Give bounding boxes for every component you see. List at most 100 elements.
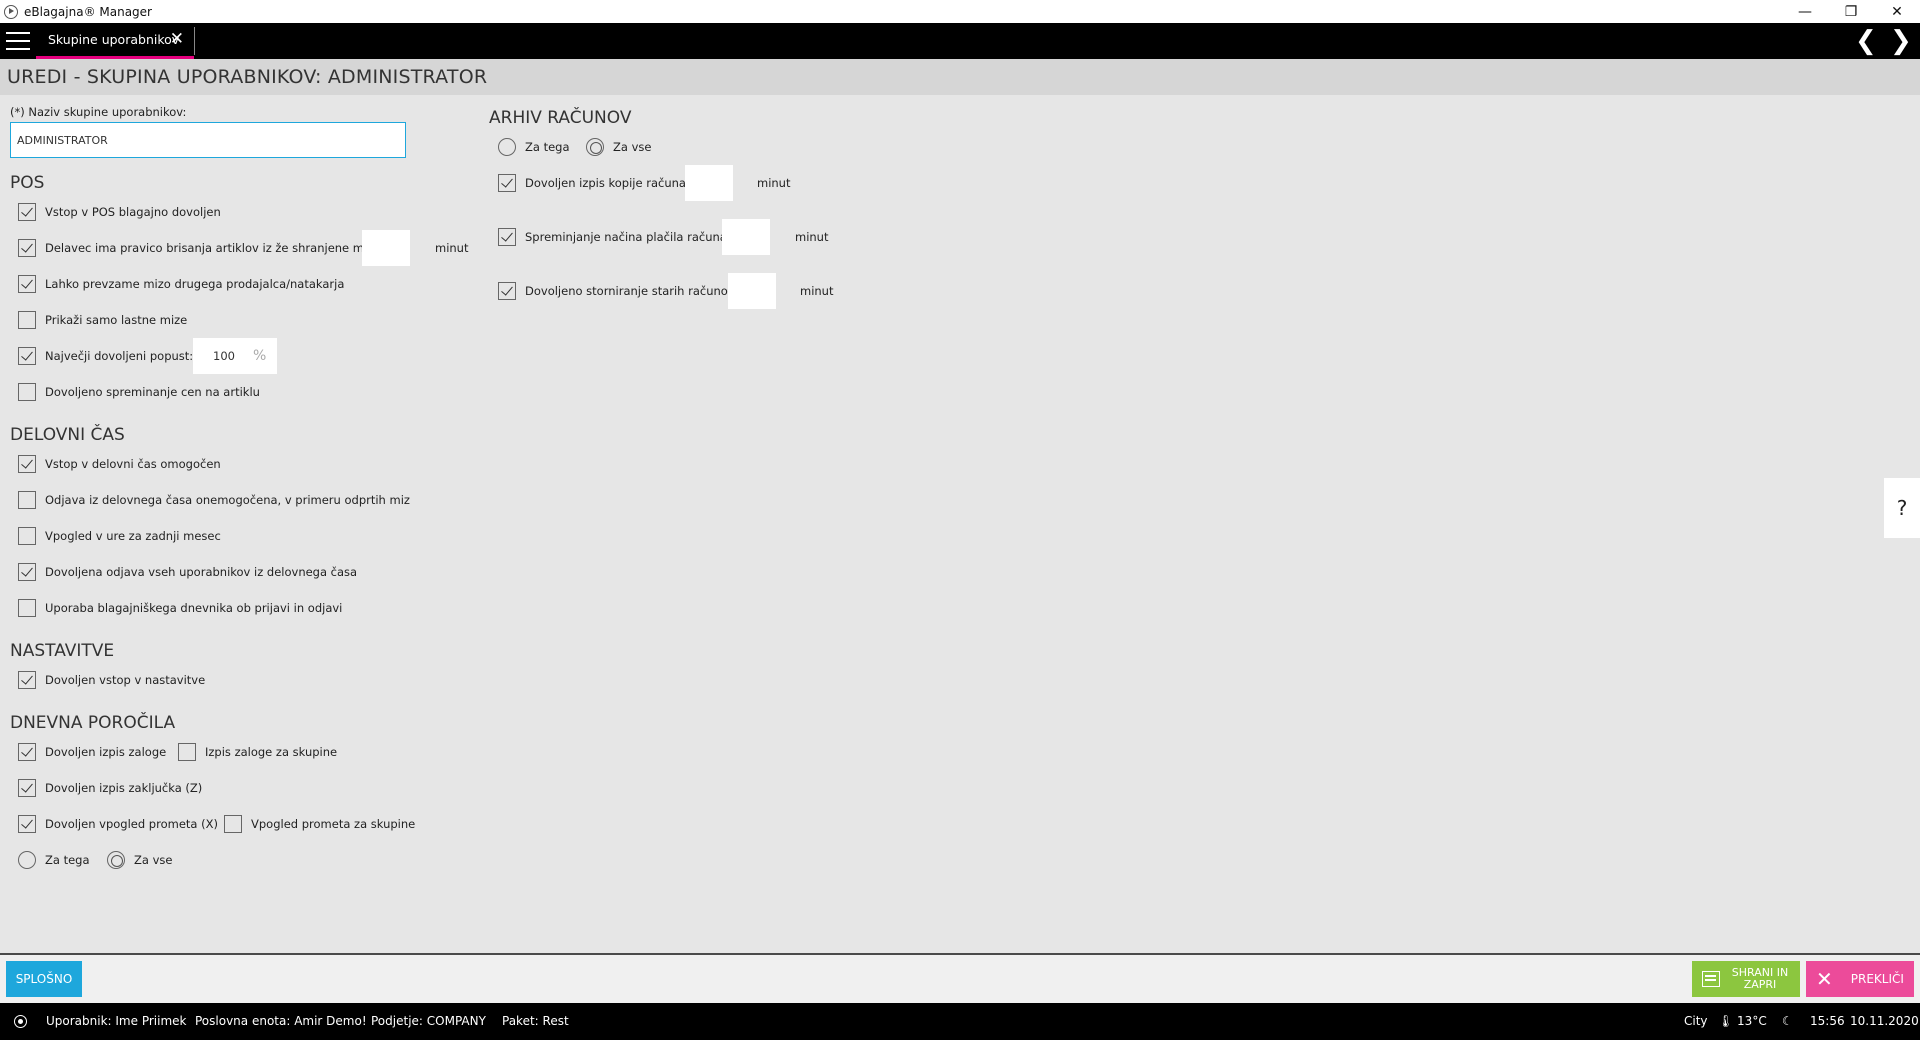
checkbox[interactable] [18, 779, 36, 797]
minimize-button[interactable]: — [1782, 0, 1828, 23]
radio-label: Za tega [525, 140, 570, 154]
work-item-hours-view[interactable]: Vpogled v ure za zadnji mesec [18, 526, 221, 546]
discount-value[interactable]: 100 [213, 349, 243, 363]
archive-item-storno[interactable]: Dovoljeno storniranje starih računov [498, 281, 735, 301]
settings-item-entry[interactable]: Dovoljen vstop v nastavitve [18, 670, 205, 690]
archive-copy-unit: minut [757, 176, 791, 190]
work-item-cash-journal[interactable]: Uporaba blagajniškega dnevnika ob prijav… [18, 598, 342, 618]
group-name-input[interactable] [10, 122, 406, 158]
maximize-button[interactable]: ❐ [1828, 0, 1874, 23]
checkbox-label: Dovoljeno spreminanje cen na artiklu [45, 385, 260, 399]
checkbox[interactable] [18, 203, 36, 221]
report-radio-all[interactable]: Za vse [107, 850, 172, 870]
checkbox[interactable] [18, 815, 36, 833]
group-name-label: (*) Naziv skupine uporabnikov: [10, 105, 187, 119]
pos-item-entry[interactable]: Vstop v POS blagajno dovoljen [18, 202, 221, 222]
checkbox[interactable] [18, 383, 36, 401]
report-item-turnover[interactable]: Dovoljen vpogled prometa (X) [18, 814, 218, 834]
delete-minutes-unit: minut [435, 241, 469, 255]
work-item-logout-disabled[interactable]: Odjava iz delovnega časa onemogočena, v … [18, 490, 410, 510]
status-temperature: 🌡 13°C [1718, 1014, 1767, 1028]
checkbox[interactable] [178, 743, 196, 761]
moon-icon: ☾ [1782, 1014, 1793, 1028]
checkbox-label: Vstop v delovni čas omogočen [45, 457, 221, 471]
status-company: Podjetje: COMPANY [371, 1014, 486, 1028]
report-item-turnover-groups[interactable]: Vpogled prometa za skupine [224, 814, 415, 834]
checkbox[interactable] [18, 347, 36, 365]
tab-close-icon[interactable]: ✕ [170, 29, 184, 49]
archive-copy-minutes-input[interactable] [685, 165, 733, 201]
pos-item-change-prices[interactable]: Dovoljeno spreminanje cen na artiklu [18, 382, 260, 402]
pos-item-max-discount[interactable]: Največji dovoljeni popust: [18, 346, 193, 366]
tab-label: Skupine uporabnikov [48, 32, 180, 47]
archive-item-copy[interactable]: Dovoljen izpis kopije računa [498, 173, 686, 193]
archive-radio-this[interactable]: Za tega [498, 137, 570, 157]
checkbox-label: Izpis zaloge za skupine [205, 745, 338, 759]
window-title: eBlagajna® Manager [24, 4, 152, 19]
checkbox[interactable] [18, 239, 36, 257]
page-header: UREDI - SKUPINA UPORABNIKOV: ADMINISTRAT… [0, 59, 1920, 95]
pos-item-take-table[interactable]: Lahko prevzame mizo drugega prodajalca/n… [18, 274, 344, 294]
hamburger-menu-icon[interactable] [6, 32, 30, 50]
checkbox[interactable] [498, 228, 516, 246]
work-item-logout-all[interactable]: Dovoljena odjava vseh uporabnikov iz del… [18, 562, 357, 582]
radio-button[interactable] [18, 851, 36, 869]
checkbox-label: Dovoljen vpogled prometa (X) [45, 817, 218, 831]
checkbox-label: Prikaži samo lastne mize [45, 313, 188, 327]
checkbox[interactable] [18, 599, 36, 617]
report-item-stock-groups[interactable]: Izpis zaloge za skupine [178, 742, 337, 762]
general-button[interactable]: SPLOŠNO [6, 961, 82, 997]
archive-storno-minutes-input[interactable] [728, 273, 776, 309]
checkbox[interactable] [18, 671, 36, 689]
report-radio-this[interactable]: Za tega [18, 850, 90, 870]
radio-button[interactable] [498, 138, 516, 156]
section-heading-daily-reports: DNEVNA POROČILA [10, 713, 176, 733]
checkbox[interactable] [224, 815, 242, 833]
report-item-closing[interactable]: Dovoljen izpis zaključka (Z) [18, 778, 202, 798]
app-logo-icon [4, 4, 18, 19]
save-label: SHRANI IN ZAPRI [1731, 966, 1789, 991]
checkbox[interactable] [18, 743, 36, 761]
archive-item-payment[interactable]: Spreminjanje načina plačila računa [498, 227, 727, 247]
help-button[interactable]: ? [1884, 478, 1920, 538]
close-window-button[interactable]: ✕ [1874, 0, 1920, 23]
work-item-entry[interactable]: Vstop v delovni čas omogočen [18, 454, 221, 474]
archive-payment-minutes-input[interactable] [722, 219, 770, 255]
status-user-icon [14, 1015, 27, 1028]
radio-button[interactable] [107, 851, 125, 869]
section-heading-settings: NASTAVITVE [10, 641, 115, 661]
checkbox-label: Dovoljen vstop v nastavitve [45, 673, 206, 687]
pos-item-own-tables[interactable]: Prikaži samo lastne mize [18, 310, 187, 330]
nav-next-icon[interactable]: ❯ [1890, 25, 1912, 57]
checkbox[interactable] [18, 455, 36, 473]
radio-label: Za tega [45, 853, 90, 867]
status-date: 10.11.2020 [1850, 1014, 1919, 1028]
checkbox[interactable] [18, 275, 36, 293]
checkbox-label: Dovoljen izpis zaključka (Z) [45, 781, 203, 795]
archive-radio-all[interactable]: Za vse [586, 137, 651, 157]
save-and-close-button[interactable]: SHRANI IN ZAPRI [1692, 961, 1800, 997]
page-title: UREDI - SKUPINA UPORABNIKOV: ADMINISTRAT… [7, 66, 488, 88]
section-heading-archive: ARHIV RAČUNOV [489, 108, 632, 128]
tab-user-groups[interactable]: Skupine uporabnikov ✕ [36, 23, 194, 59]
checkbox[interactable] [498, 282, 516, 300]
checkbox-label: Dovoljeno storniranje starih računov [525, 284, 735, 298]
cancel-button[interactable]: ✕ PREKLIČI [1806, 961, 1914, 997]
checkbox[interactable] [18, 527, 36, 545]
checkbox[interactable] [498, 174, 516, 192]
cancel-icon: ✕ [1816, 967, 1833, 991]
checkbox-label: Vpogled prometa za skupine [251, 817, 416, 831]
radio-button[interactable] [586, 138, 604, 156]
checkbox[interactable] [18, 311, 36, 329]
checkbox-label: Lahko prevzame mizo drugega prodajalca/n… [45, 277, 345, 291]
checkbox[interactable] [18, 491, 36, 509]
checkbox-label: Vpogled v ure za zadnji mesec [45, 529, 221, 543]
checkbox-label: Vstop v POS blagajno dovoljen [45, 205, 221, 219]
nav-prev-icon[interactable]: ❮ [1855, 25, 1877, 57]
checkbox[interactable] [18, 563, 36, 581]
discount-field[interactable]: 100 % [193, 338, 277, 374]
pos-item-delete-items[interactable]: Delavec ima pravico brisanja artiklov iz… [18, 238, 380, 258]
status-package: Paket: Rest [502, 1014, 569, 1028]
report-item-stock[interactable]: Dovoljen izpis zaloge [18, 742, 166, 762]
delete-minutes-input[interactable] [362, 230, 410, 266]
